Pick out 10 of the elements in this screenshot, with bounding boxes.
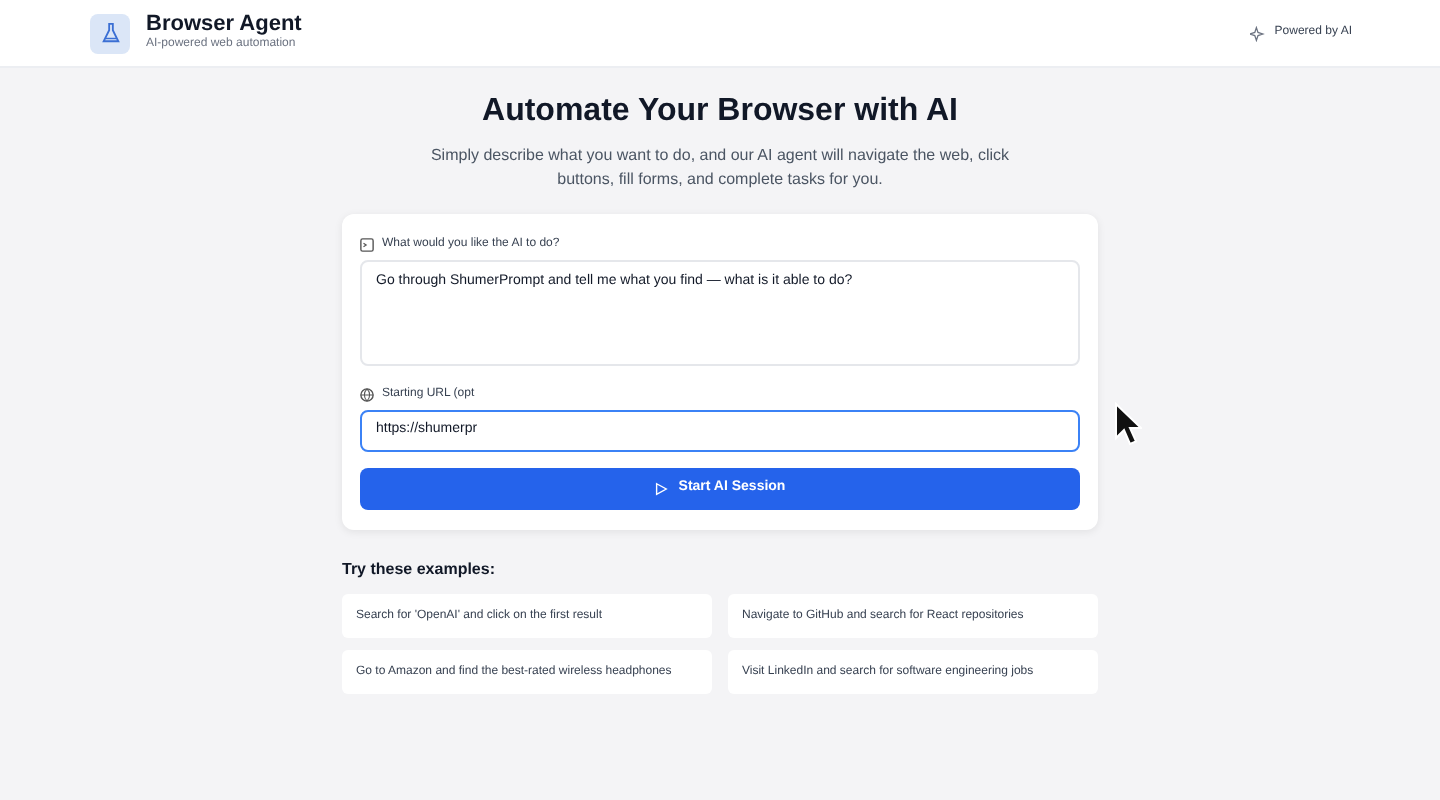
examples-title: Try these examples: — [342, 558, 497, 583]
sparkle-icon — [1250, 25, 1267, 41]
hero-title: Automate Your Browser with AI — [480, 92, 960, 132]
app-name: Browser Agent — [146, 11, 302, 37]
globe-icon — [360, 388, 374, 403]
cursor-icon — [1114, 400, 1142, 444]
play-icon — [654, 482, 669, 497]
hero-subtitle: Simply describe what you want to do, and our AI agent will navigate the web, click buttons, fill forms, and complete tasks for you. — [428, 144, 1012, 191]
terminal-icon — [360, 238, 374, 253]
logo-icon — [90, 13, 130, 53]
